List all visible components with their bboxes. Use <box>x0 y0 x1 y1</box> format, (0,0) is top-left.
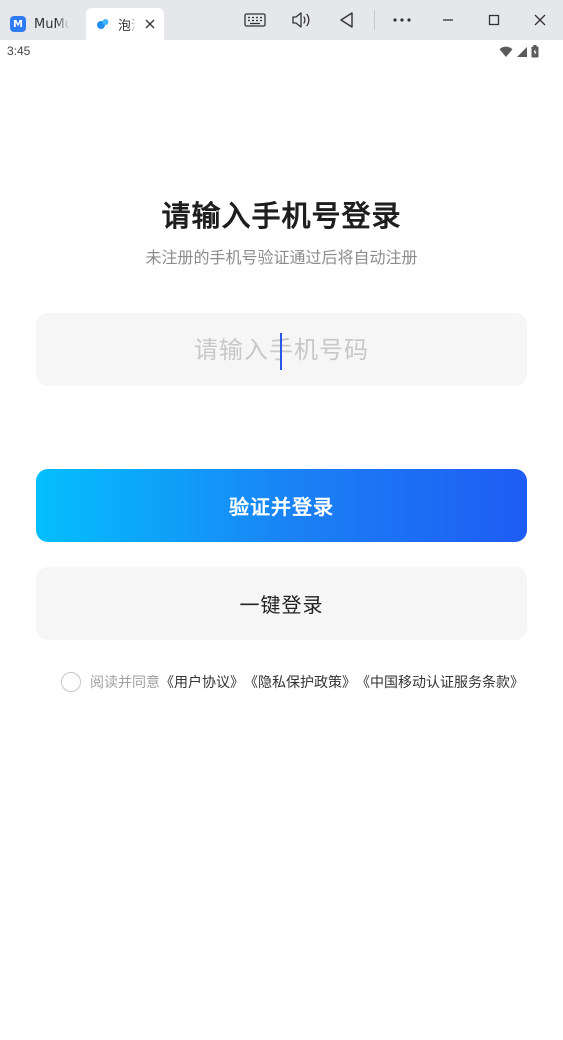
app-bubble-icon <box>97 19 109 29</box>
tab-title: 泡泡 <box>118 18 136 34</box>
more-button[interactable] <box>390 8 414 32</box>
back-button[interactable] <box>335 8 359 32</box>
agreement-checkbox[interactable] <box>61 672 81 692</box>
battery-icon <box>531 45 539 58</box>
toolbar-divider <box>374 10 375 30</box>
keyboard-button[interactable] <box>243 8 267 32</box>
minimize-icon <box>443 19 453 21</box>
privacy-policy-link[interactable]: 《隐私保护政策》 <box>244 672 356 692</box>
status-time: 3:45 <box>7 44 31 58</box>
cmcc-terms-link[interactable]: 《中国移动认证服务条款》 <box>356 672 524 692</box>
verify-login-button[interactable]: 验证并登录 <box>36 469 527 542</box>
minimize-button[interactable] <box>436 8 460 32</box>
agreement-prefix: 阅读并同意 <box>90 675 160 691</box>
status-icons <box>499 45 539 58</box>
close-window-button[interactable] <box>528 8 552 32</box>
maximize-button[interactable] <box>482 8 506 32</box>
one-click-login-button[interactable]: 一键登录 <box>36 567 527 640</box>
close-icon[interactable] <box>144 18 156 30</box>
back-icon <box>340 12 353 28</box>
page-title: 请输入手机号登录 <box>161 199 402 233</box>
tab-title: MuMu <box>34 16 70 32</box>
text-caret <box>280 333 282 370</box>
tab-app[interactable]: 泡泡 <box>86 8 164 40</box>
close-icon <box>534 14 546 26</box>
agreement-row: 阅读并同意 《用户协议》 《隐私保护政策》 《中国移动认证服务条款》 <box>61 671 524 693</box>
user-agreement-link[interactable]: 《用户协议》 <box>160 672 244 692</box>
more-icon <box>393 18 411 22</box>
wifi-icon <box>499 46 513 57</box>
signal-icon <box>517 46 527 57</box>
volume-button[interactable] <box>289 8 313 32</box>
mumu-logo-icon: M <box>10 16 26 32</box>
emulator-title-bar: M MuMu 泡泡 <box>0 0 563 40</box>
tab-mumu[interactable]: M MuMu <box>10 8 80 40</box>
keyboard-icon <box>244 13 266 27</box>
phone-input-container <box>36 313 527 386</box>
page-subtitle: 未注册的手机号验证通过后将自动注册 <box>145 248 418 267</box>
volume-icon <box>292 12 310 28</box>
maximize-icon <box>488 14 500 26</box>
status-bar: 3:45 <box>0 40 563 64</box>
